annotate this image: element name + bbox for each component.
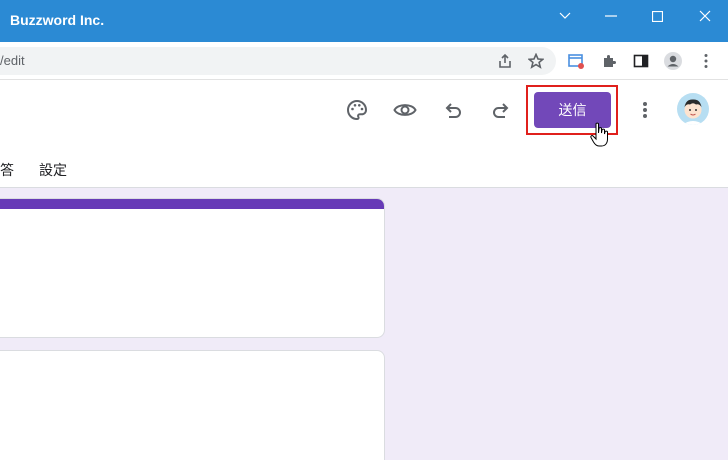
question-card[interactable] — [0, 350, 385, 460]
undo-icon[interactable] — [437, 94, 469, 126]
preview-eye-icon[interactable] — [389, 94, 421, 126]
form-title-card[interactable] — [0, 198, 385, 338]
close-button[interactable] — [682, 0, 728, 32]
url-text: /edit — [0, 53, 25, 68]
chevron-down-icon[interactable] — [542, 0, 588, 32]
address-bar[interactable]: /edit — [0, 47, 556, 75]
browser-toolbar: /edit — [0, 42, 728, 80]
maximize-button[interactable] — [634, 0, 680, 32]
tab-settings[interactable]: 設定 — [39, 160, 67, 180]
side-panel-icon[interactable] — [627, 47, 655, 75]
window-title: Buzzword Inc. — [10, 12, 105, 28]
forms-header: 送信 答 設定 — [0, 80, 728, 188]
card-accent-bar — [0, 199, 384, 209]
profile-icon[interactable] — [659, 47, 687, 75]
redo-icon[interactable] — [485, 94, 517, 126]
extension-screen-icon[interactable] — [562, 47, 590, 75]
bookmark-star-icon[interactable] — [522, 47, 550, 75]
extensions-puzzle-icon[interactable] — [595, 47, 623, 75]
avatar[interactable] — [677, 93, 709, 125]
more-options-icon[interactable] — [629, 94, 661, 126]
minimize-button[interactable] — [588, 0, 634, 32]
share-icon[interactable] — [491, 47, 519, 75]
palette-icon[interactable] — [341, 94, 373, 126]
hand-cursor-icon — [590, 122, 610, 153]
title-bar: Buzzword Inc. — [0, 0, 728, 42]
tab-responses[interactable]: 答 — [0, 160, 14, 180]
browser-menu-icon[interactable] — [692, 47, 720, 75]
